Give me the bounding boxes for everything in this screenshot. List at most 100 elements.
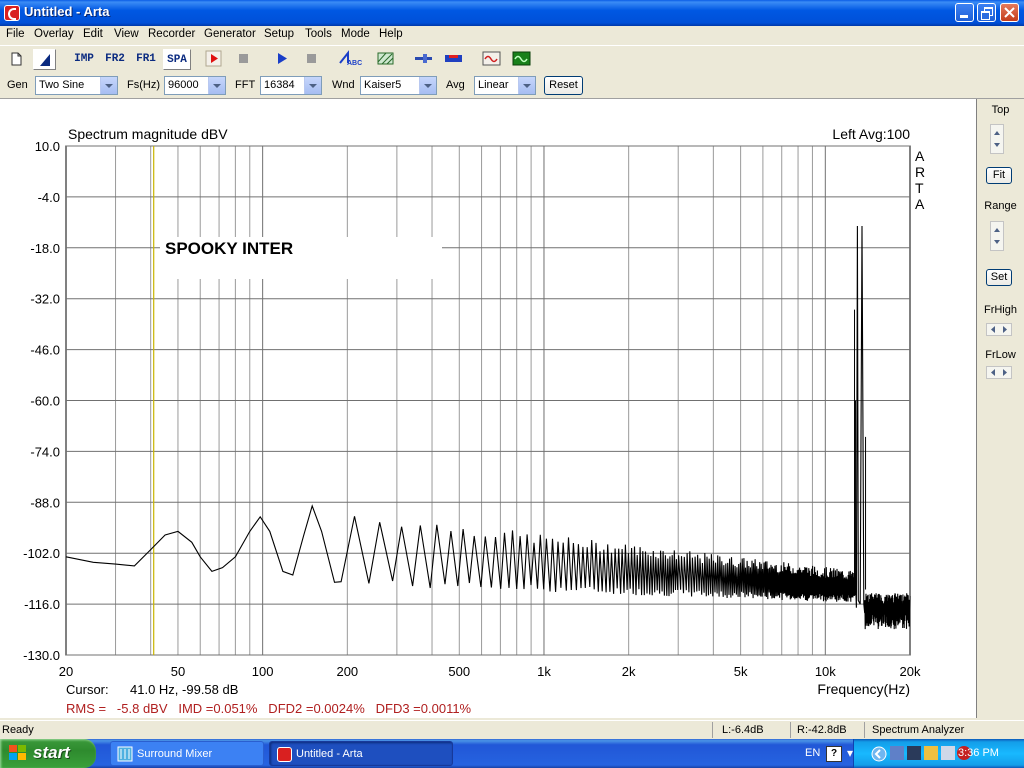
restore-button[interactable] [977,3,996,22]
frhigh-spinner[interactable] [986,323,1012,336]
taskbar-item-surround-mixer[interactable]: Surround Mixer [110,741,264,766]
taskbar-item-arta[interactable]: Untitled - Arta [269,741,453,766]
fft-label: FFT [235,79,256,91]
monitor-icon[interactable] [941,746,955,760]
y-tick-label: -74.0 [30,444,60,459]
x-tick-label: 2k [622,664,636,679]
y-tick-label: -46.0 [30,343,60,358]
main-toolbar: IMP FR2 FR1 SPA ABC [0,45,1024,74]
spectrum-trace [65,225,911,630]
y-tick-label: -18.0 [30,241,60,256]
play-icon[interactable] [270,49,293,70]
menu-overlay[interactable]: Overlay [34,28,74,40]
top-label: Top [991,104,1010,116]
averaging-select[interactable]: Linear [474,76,536,95]
status-left-level: L:-6.4dB [722,724,764,736]
abc-icon[interactable]: ABC [337,49,363,70]
cursor-value: 41.0 Hz, -99.58 dB [130,682,238,697]
device-icon[interactable] [907,746,921,760]
menu-file[interactable]: File [6,28,25,40]
slider-icon[interactable] [412,49,435,70]
range-label: Range [984,200,1017,212]
tray-chevron-icon[interactable] [870,745,888,763]
averaging-value: Linear [478,79,509,91]
levels-icon[interactable] [442,49,465,70]
x-tick-label: 1k [537,664,551,679]
stop2-icon[interactable] [300,49,323,70]
windows-flag-icon [9,745,27,762]
impulse-button[interactable]: IMP [70,49,98,70]
sample-rate-value: 96000 [168,79,199,91]
sample-rate-select[interactable]: 96000 [164,76,226,95]
y-tick-label: -32.0 [30,292,60,307]
side-label-a2: A [915,196,925,212]
set-button[interactable]: Set [986,269,1012,286]
chevron-down-icon [419,77,436,94]
freq-response-2ch-button[interactable]: FR2 [101,49,129,70]
y-tick-label: -60.0 [30,394,60,409]
side-label-t: T [915,180,924,196]
cursor-label: Cursor: [66,682,109,697]
network-icon[interactable] [890,746,904,760]
channel-info: Left Avg:100 [832,126,910,142]
title-bar: Untitled - Arta [0,0,1024,26]
menu-bar: File Overlay Edit View Recorder Generato… [0,26,1024,44]
stop-icon[interactable] [232,49,255,70]
y-tick-label: 10.0 [35,139,60,154]
x-tick-label: 20 [59,664,73,679]
range-spinner[interactable] [990,221,1004,251]
y-tick-label: -4.0 [38,190,60,205]
open-icon[interactable] [33,49,56,70]
menu-edit[interactable]: Edit [83,28,103,40]
generator-select[interactable]: Two Sine [35,76,118,95]
y-tick-label: -116.0 [24,597,60,612]
fft-size-select[interactable]: 16384 [260,76,322,95]
taskbar-item-label: Untitled - Arta [296,748,363,760]
tray-app-icon[interactable] [924,746,938,760]
spectrum-analyzer-button[interactable]: SPA [163,49,191,70]
help-icon[interactable]: ? [826,746,842,762]
y-tick-label: -130.0 [23,648,60,663]
menu-setup[interactable]: Setup [264,28,294,40]
chevron-down-icon [100,77,117,94]
top-spinner[interactable] [990,124,1004,154]
generator-value: Two Sine [39,79,85,91]
side-panel: Top Range FrHigh FrLow [977,99,1024,718]
spectrum-plot-panel[interactable]: 10.0 -4.0 -18.0 -32.0 -46.0 -60.0 -74.0 -88.0 -1… [0,99,977,718]
fit-button[interactable]: Fit [986,167,1012,184]
spectrum-chart[interactable]: 10.0 -4.0 -18.0 -32.0 -46.0 -60.0 -74.0 -88.0 -1… [0,99,976,718]
chevron-down-icon [208,77,225,94]
chevron-down-icon [518,77,535,94]
generator-icon[interactable] [480,49,503,70]
freq-response-1ch-button[interactable]: FR1 [132,49,160,70]
pattern-icon[interactable] [374,49,397,70]
status-right-level: R:-42.8dB [797,724,847,736]
measurements-readout: RMS = -5.8 dBV IMD =0.051% DFD2 =0.0024%… [66,701,472,716]
taskbar-item-label: Surround Mixer [137,748,213,760]
start-button[interactable]: start [0,739,96,768]
clock: 3:36 PM [958,747,999,759]
x-tick-label: 5k [734,664,748,679]
y-tick-label: -88.0 [30,495,60,510]
fft-size-value: 16384 [264,79,295,91]
reset-button[interactable]: Reset [544,76,583,95]
menu-tools[interactable]: Tools [305,28,332,40]
menu-recorder[interactable]: Recorder [148,28,195,40]
frlow-spinner[interactable] [986,366,1012,379]
scope-icon[interactable] [510,49,533,70]
start-label: start [33,743,70,762]
new-icon[interactable] [5,49,28,70]
svg-text:ABC: ABC [347,60,362,67]
side-label-a1: A [915,148,925,164]
menu-help[interactable]: Help [379,28,403,40]
menu-generator[interactable]: Generator [204,28,256,40]
menu-view[interactable]: View [114,28,139,40]
chevron-down-icon [304,77,321,94]
record-icon[interactable] [202,49,225,70]
window-select[interactable]: Kaiser5 [360,76,437,95]
language-indicator[interactable]: EN [805,747,820,759]
minimize-button[interactable] [955,3,974,22]
arta-app-icon[interactable] [4,5,20,21]
menu-mode[interactable]: Mode [341,28,370,40]
close-button[interactable] [1000,3,1019,22]
